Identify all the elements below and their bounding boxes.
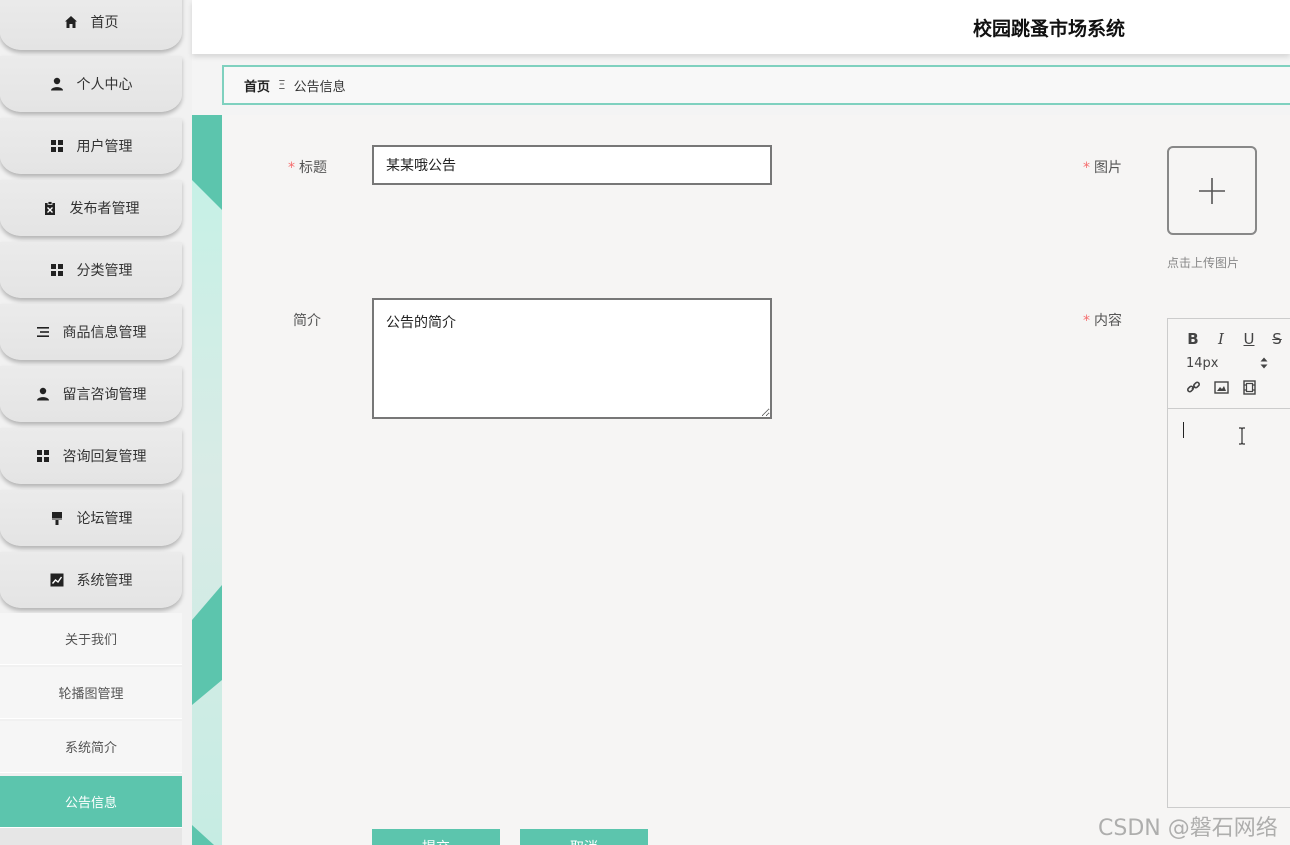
ibeam-cursor-icon [1239, 427, 1245, 445]
user-icon [50, 77, 64, 91]
font-size-select[interactable]: 14px [1182, 356, 1268, 371]
list-icon [36, 325, 50, 339]
intro-textarea[interactable]: 公告的简介 [372, 298, 772, 419]
chart-icon [50, 573, 64, 587]
home-icon [64, 15, 78, 29]
required-mark: * [1083, 313, 1090, 329]
grid-icon [36, 449, 50, 463]
decorative-stripe [192, 115, 222, 845]
sidebar-item-publishers[interactable]: 发布者管理 [0, 180, 182, 236]
content-label: * 内容 [1083, 310, 1122, 330]
title-label-text: 标题 [299, 160, 327, 176]
intro-label: 简介 [293, 313, 321, 329]
text-caret [1183, 422, 1184, 438]
updown-arrow-icon [1260, 357, 1268, 369]
sidebar-item-label: 发布者管理 [69, 201, 140, 217]
sidebar: 首页 个人中心 用户管理 发布者管理 分类管理 商品信息管理 留言咨询管理 咨询… [0, 0, 192, 845]
app-title: 校园跳蚤市场系统 [973, 18, 1126, 40]
rich-text-editor: B I U S 14px [1167, 318, 1290, 808]
video-icon[interactable] [1238, 376, 1260, 398]
sidebar-subitem-label: 关于我们 [64, 633, 117, 648]
grid-icon [50, 263, 64, 277]
image-label-text: 图片 [1094, 160, 1122, 176]
upload-hint: 点击上传图片 [1167, 256, 1240, 270]
breadcrumb: 首页 Ξ 公告信息 [222, 65, 1290, 105]
required-mark: * [1083, 160, 1090, 176]
breadcrumb-separator: Ξ [278, 78, 286, 92]
brush-icon [50, 511, 64, 525]
bold-button[interactable]: B [1182, 328, 1204, 350]
sidebar-subitem-label: 系统简介 [64, 741, 117, 756]
sidebar-item-label: 系统管理 [76, 573, 133, 589]
sidebar-item-system[interactable]: 系统管理 [0, 552, 182, 608]
link-icon[interactable] [1182, 376, 1204, 398]
underline-button[interactable]: U [1238, 328, 1260, 350]
sidebar-item-forum[interactable]: 论坛管理 [0, 490, 182, 546]
sidebar-item-label: 咨询回复管理 [62, 449, 147, 465]
font-size-value: 14px [1186, 355, 1219, 371]
top-header: 校园跳蚤市场系统 [192, 0, 1290, 54]
sidebar-item-users[interactable]: 用户管理 [0, 118, 182, 174]
plus-icon [1199, 177, 1225, 204]
sidebar-item-home[interactable]: 首页 [0, 0, 182, 50]
watermark: CSDN @磐石网络 [1098, 816, 1278, 841]
sidebar-item-categories[interactable]: 分类管理 [0, 242, 182, 298]
sidebar-subitem-notice[interactable]: 公告信息 [0, 776, 182, 828]
grid-icon [50, 139, 64, 153]
sidebar-item-products[interactable]: 商品信息管理 [0, 304, 182, 360]
image-upload-button[interactable] [1167, 146, 1257, 235]
sidebar-item-label: 首页 [90, 15, 119, 31]
sidebar-subitem-about[interactable]: 关于我们 [0, 613, 182, 665]
content-label-text: 内容 [1094, 313, 1122, 329]
sidebar-item-label: 留言咨询管理 [62, 387, 147, 403]
sidebar-item-label: 用户管理 [76, 139, 133, 155]
sidebar-item-label: 商品信息管理 [62, 325, 147, 341]
user-icon [36, 387, 50, 401]
sidebar-item-replies[interactable]: 咨询回复管理 [0, 428, 182, 484]
sidebar-subitem-carousel[interactable]: 轮播图管理 [0, 667, 182, 719]
required-mark: * [288, 160, 295, 176]
italic-button[interactable]: I [1210, 328, 1232, 350]
sidebar-bottom-item [0, 828, 182, 845]
sidebar-item-label: 分类管理 [76, 263, 133, 279]
cancel-button[interactable]: 取消 [520, 829, 648, 845]
title-input[interactable] [372, 145, 772, 185]
sidebar-subitem-intro[interactable]: 系统简介 [0, 721, 182, 773]
breadcrumb-current: 公告信息 [293, 79, 346, 95]
editor-toolbar: B I U S 14px [1168, 319, 1290, 409]
sidebar-subitem-label: 公告信息 [64, 796, 117, 811]
breadcrumb-home[interactable]: 首页 [244, 76, 270, 95]
editor-content-area[interactable] [1168, 409, 1290, 807]
submit-button[interactable]: 提交 [372, 829, 500, 845]
sidebar-subitem-label: 轮播图管理 [58, 687, 124, 702]
image-icon[interactable] [1210, 376, 1232, 398]
sidebar-item-label: 论坛管理 [76, 511, 133, 527]
clipboard-icon [43, 201, 57, 215]
image-label: * 图片 [1083, 157, 1122, 177]
sidebar-item-label: 个人中心 [76, 77, 133, 93]
main-content [222, 115, 1290, 845]
sidebar-item-messages[interactable]: 留言咨询管理 [0, 366, 182, 422]
title-label: * 标题 [288, 157, 327, 177]
sidebar-item-profile[interactable]: 个人中心 [0, 56, 182, 112]
strike-button[interactable]: S [1266, 328, 1288, 350]
